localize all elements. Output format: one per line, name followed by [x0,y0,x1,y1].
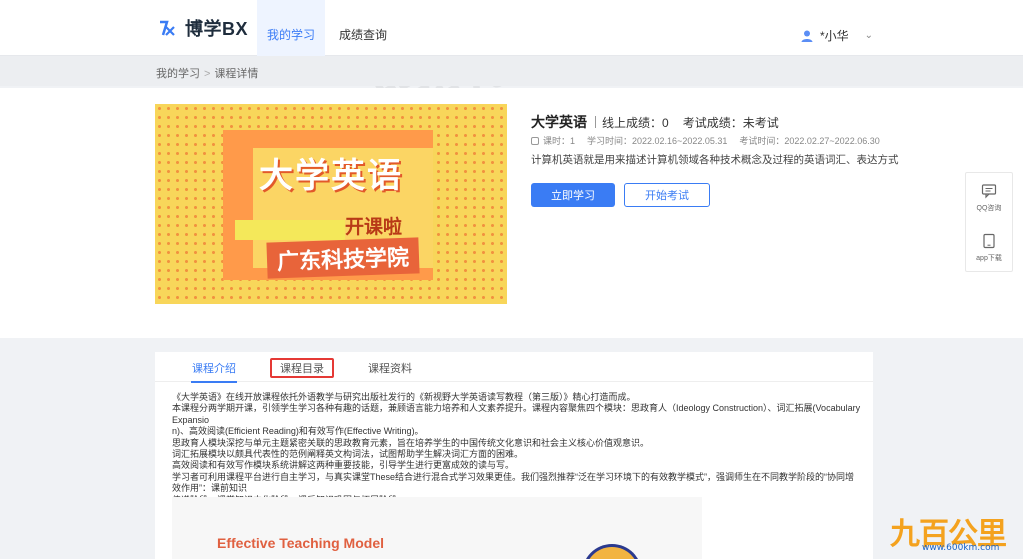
illustration-title: Effective Teaching Model [217,535,384,551]
tab-course-catalog[interactable]: 课程目录 [270,358,334,378]
course-description: 计算机英语就是用来描述计算机领域各种技术概念及过程的英语词汇、表达方式 [531,154,899,166]
tab-course-intro[interactable]: 课程介绍 [179,358,249,383]
user-menu[interactable]: *小华 ⌄ [800,27,873,44]
top-header: 博学BX 我的学习 成绩查询 *小华 ⌄ [0,0,1023,56]
nav-score-query[interactable]: 成绩查询 [329,0,397,56]
course-title-row: 大学英语 线上成绩：0 考试成绩：未考试 [531,112,779,132]
title-divider [595,116,596,128]
user-name: *小华 [819,29,849,43]
nav-my-learning[interactable]: 我的学习 [257,0,326,56]
study-time: 学习时间：2022.02.16~2022.05.31 [587,136,728,146]
course-content-card: 课程介绍 课程目录 课程资料 《大学英语》在线开放课程依托外语教学与研究出版社发… [155,352,873,559]
app-download-button[interactable]: app下载 [966,223,1012,273]
main-nav: 我的学习 成绩查询 [257,0,401,56]
intro-line: 学习者可利用课程平台进行自主学习，与真实课堂These结合进行混合式学习效果更佳… [172,471,855,494]
breadcrumb-bar: 我的学习 > 课程详情 [0,56,1023,86]
chat-icon [981,184,997,199]
cover-title: 大学英语 [259,156,403,196]
intro-line: 思政育人模块深挖与单元主题紧密关联的思政教育元素，旨在培养学生的中国传统文化意识… [172,437,650,448]
intro-line: 《大学英语》在线开放课程依托外语教学与研究出版社发行的《新视野大学英语读写教程（… [172,392,636,402]
breadcrumb: 我的学习 > 课程详情 [156,65,258,81]
cover-stripe [235,220,345,240]
course-cover-image: 大学英语 开课啦 广东科技学院 [155,104,507,304]
start-learning-button[interactable]: 立即学习 [531,183,615,207]
app-download-label: app下载 [976,255,1002,262]
breadcrumb-item-my-learning[interactable]: 我的学习 [156,68,200,80]
chevron-down-icon: ⌄ [864,30,873,41]
intro-line: 高效阅读和有效写作模块系统讲解这两种重要技能，引导学生进行更富成效的读与写。 [172,460,515,471]
cover-subtitle: 开课啦 [345,216,403,238]
logo-text: 博学BX [185,19,249,39]
intro-line: 词汇拓展模块以颇具代表性的范例阐释英文构词法，试图帮助学生解决词汇方面的困难。 [172,449,524,460]
qq-consult-button[interactable]: QQ咨询 [966,173,1012,223]
course-hours-text: 课时：1 [543,136,576,146]
badge-nine-icon: 九 [890,517,920,552]
exam-time: 考试时间：2022.02.27~2022.06.30 [739,136,880,146]
tab-course-materials[interactable]: 课程资料 [357,358,423,378]
teaching-model-illustration: Effective Teaching Model [172,497,702,559]
intro-line: n)、高效阅读(Efficient Reading)和有效写作(Effectiv… [172,426,424,437]
badge-url: www.600km.com [922,543,1000,553]
course-intro-text: 《大学英语》在线开放课程依托外语教学与研究出版社发行的《新视野大学英语读写教程（… [172,392,862,506]
course-hours: 课时：1 [531,134,575,147]
exam-score: 考试成绩：未考试 [682,115,779,130]
site-badge: 九百公里 www.600km.com [886,509,1023,559]
tablet-icon [983,233,995,249]
course-name: 大学英语 [531,114,587,130]
user-avatar-icon [800,29,814,43]
content-tabs: 课程介绍 课程目录 课程资料 [155,352,873,383]
course-meta: 课时：1 学习时间：2022.02.16~2022.05.31 考试时间：202… [531,134,880,147]
illustration-graphic [582,544,642,559]
breadcrumb-separator-icon: > [204,68,211,80]
qq-consult-label: QQ咨询 [976,205,1002,212]
clock-icon [531,137,539,145]
intro-line: 本课程分两学期开课，引领学生学习各种有趣的话题，兼顾语言能力培养和人文素养提升。… [172,403,861,425]
logo[interactable]: 博学BX [157,14,248,42]
logo-icon [157,18,177,38]
breadcrumb-item-course-detail: 课程详情 [214,68,259,80]
course-section: 大学英语 开课啦 广东科技学院 [0,88,1023,338]
online-score: 线上成绩：0 [602,115,669,130]
start-exam-button[interactable]: 开始考试 [624,183,710,207]
cover-school: 广东科技学院 [266,237,420,279]
float-panel: QQ咨询 app下载 [965,172,1013,272]
